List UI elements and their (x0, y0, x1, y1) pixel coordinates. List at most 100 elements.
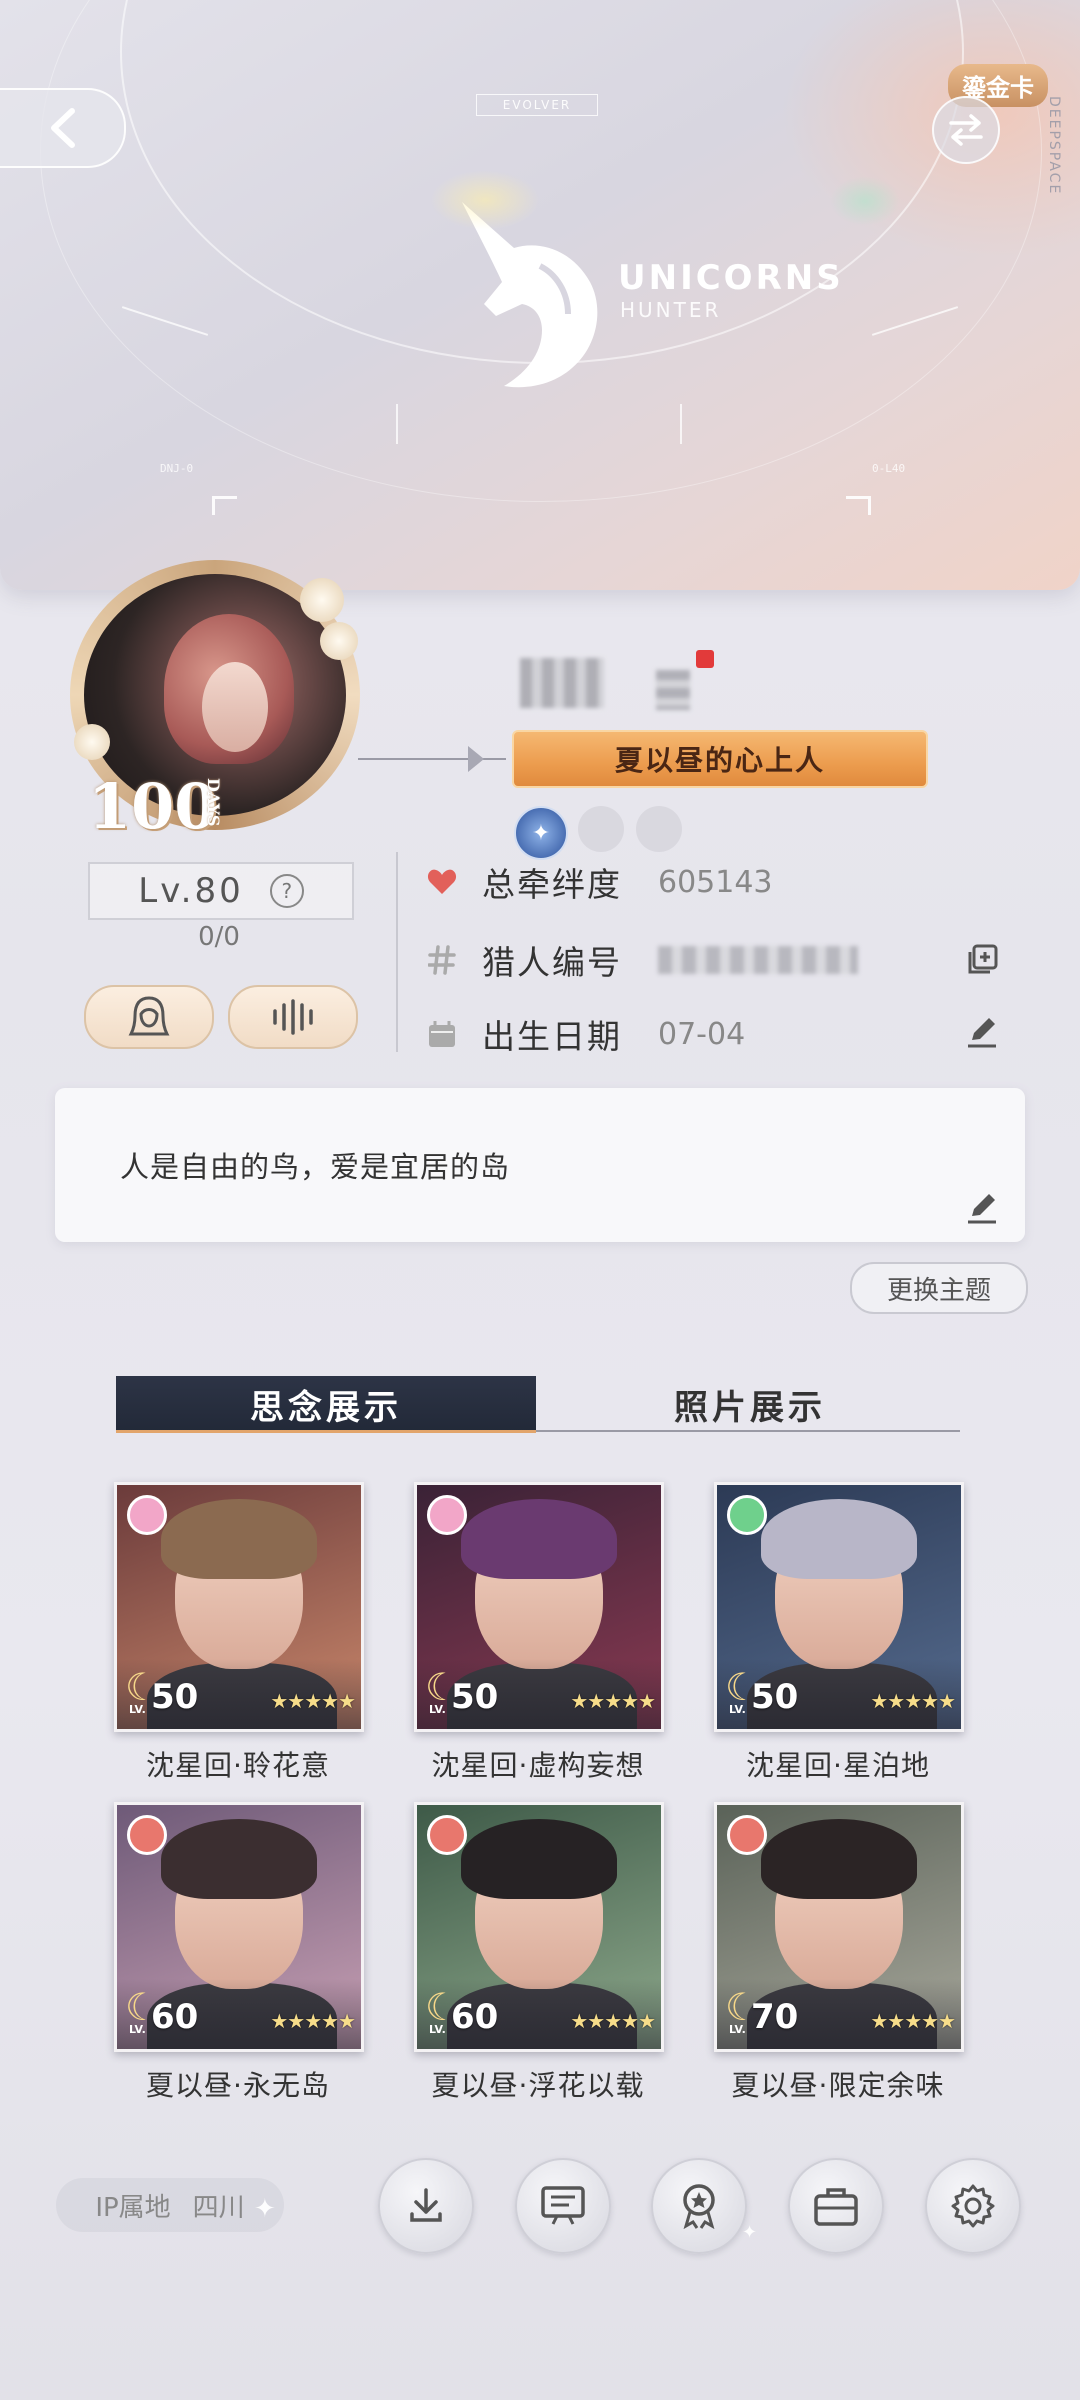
memory-card[interactable]: ☾ LV. 50 ★★★★★ (114, 1482, 364, 1732)
hunter-id-redacted (658, 946, 858, 974)
avatar-face (202, 662, 268, 752)
hero-glow (830, 176, 900, 226)
tab-memories[interactable]: 思念展示 (116, 1376, 536, 1432)
memory-card-label: 夏以昼·限定余味 (731, 2069, 945, 2102)
card-level-prefix: LV. (729, 1703, 746, 1716)
tab-underline (536, 1430, 960, 1432)
empty-medal-slot[interactable] (578, 806, 624, 852)
settings-button[interactable] (925, 2158, 1021, 2254)
notification-dot (696, 650, 714, 668)
level-progress: 0/0 (198, 922, 240, 952)
card-level-prefix: LV. (129, 2023, 146, 2036)
card-figure-hair (761, 1499, 917, 1579)
download-button[interactable] (378, 2158, 474, 2254)
ip-value: 四川 (192, 2192, 245, 2223)
card-rarity-stars: ★★★★★ (570, 2009, 656, 2033)
level-value: Lv.80 (138, 871, 244, 911)
evolver-tag: EVOLVER (476, 94, 598, 116)
voice-wave-icon (273, 999, 313, 1035)
days-label: DAYS (204, 778, 223, 827)
edit-birthday-button[interactable] (960, 1010, 1004, 1054)
card-level: 50 (451, 1677, 499, 1717)
hud-bracket (846, 496, 871, 515)
signature-text: 人是自由的鸟，爱是宜居的岛 (120, 1150, 511, 1184)
bond-row: 总牵绊度 605143 (424, 852, 773, 912)
memory-card-label: 沈星回·聆花意 (146, 1749, 330, 1782)
memory-card[interactable]: ☾ LV. 60 ★★★★★ (114, 1802, 364, 2052)
card-element-gem-icon (727, 1495, 767, 1535)
change-theme-button[interactable]: 更换主题 (850, 1262, 1028, 1314)
card-figure-hair (161, 1499, 317, 1579)
hash-icon (424, 945, 460, 975)
bond-label: 总牵绊度 (482, 865, 622, 904)
card-rarity-stars: ★★★★★ (570, 1689, 656, 1713)
help-icon[interactable]: ? (269, 874, 304, 908)
card-element-gem-icon (127, 1815, 167, 1855)
pencil-icon (968, 1018, 996, 1048)
back-button[interactable] (0, 88, 126, 168)
voice-button[interactable] (228, 985, 358, 1049)
card-figure-hair (761, 1819, 917, 1899)
card-element-gem-icon (127, 1495, 167, 1535)
tab-active-indicator (116, 1430, 536, 1433)
card-rarity-stars: ★★★★★ (870, 2009, 956, 2033)
portrait-button[interactable] (84, 985, 214, 1049)
chevron-left-icon (51, 108, 75, 148)
sparkle-decoration: ✦ (742, 2222, 758, 2243)
memory-card[interactable]: ☾ LV. 60 ★★★★★ (414, 1802, 664, 2052)
edit-signature-button[interactable] (960, 1186, 1004, 1230)
sparkle-decoration: ✦ (254, 2194, 276, 2224)
achievements-button[interactable] (651, 2158, 747, 2254)
ip-location-badge: IP属地 四川 (56, 2178, 284, 2232)
card-figure-hair (461, 1499, 617, 1579)
hunter-id-label: 猎人编号 (482, 943, 622, 982)
card-level: 50 (151, 1677, 199, 1717)
player-name-redacted (656, 670, 690, 710)
gear-icon (951, 2184, 995, 2228)
memory-card[interactable]: ☾ LV. 50 ★★★★★ (714, 1482, 964, 1732)
side-brand-text: DEEPSPACE (1046, 96, 1062, 196)
card-element-gem-icon (427, 1815, 467, 1855)
copy-id-button[interactable] (960, 938, 1004, 982)
memory-card[interactable]: ☾ LV. 50 ★★★★★ (414, 1482, 664, 1732)
card-level-prefix: LV. (429, 1703, 446, 1716)
hud-readout-right: 0-L40 (872, 462, 906, 475)
birthday-row: 出生日期 07-04 (424, 1004, 745, 1064)
hunter-id-row: 猎人编号 (424, 930, 858, 990)
card-level: 60 (451, 1997, 499, 2037)
memory-card-label: 夏以昼·浮花以载 (431, 2069, 645, 2102)
heart-icon (424, 868, 460, 896)
hero-hud-tick (680, 404, 682, 444)
card-element-gem-icon (727, 1815, 767, 1855)
card-level: 60 (151, 1997, 199, 2037)
hero-banner: EVOLVER UNICORNS HUNTER DNJ-0 0-L40 DEEP… (0, 0, 1080, 590)
card-rarity-stars: ★★★★★ (270, 2009, 356, 2033)
portrait-icon (128, 996, 170, 1036)
tab-photos[interactable]: 照片展示 (540, 1376, 960, 1432)
level-display: Lv.80 ? (88, 862, 354, 920)
award-icon (683, 2184, 715, 2230)
connector-arrow (468, 746, 484, 772)
memory-card-label: 沈星回·星泊地 (746, 1749, 930, 1782)
card-rarity-stars: ★★★★★ (270, 1689, 356, 1713)
memory-card-label: 沈星回·虚构妄想 (431, 1749, 645, 1782)
empty-medal-slot[interactable] (636, 806, 682, 852)
frame-flower (320, 622, 358, 660)
logo-subtitle: HUNTER (620, 298, 722, 322)
swap-card-button[interactable] (932, 96, 1000, 164)
memory-card[interactable]: ☾ LV. 70 ★★★★★ (714, 1802, 964, 2052)
briefcase-button[interactable] (788, 2158, 884, 2254)
swap-arrows-icon (949, 114, 983, 146)
card-level: 50 (751, 1677, 799, 1717)
memory-card-label: 夏以昼·永无岛 (146, 2069, 330, 2102)
logo-title: UNICORNS (618, 258, 844, 298)
card-figure-hair (161, 1819, 317, 1899)
board-button[interactable] (515, 2158, 611, 2254)
days-counter: 100 (88, 770, 218, 843)
info-divider (396, 852, 398, 1052)
card-figure-hair (461, 1819, 617, 1899)
title-banner[interactable]: 夏以昼的心上人 (512, 730, 928, 788)
download-icon (410, 2188, 442, 2222)
birthday-label: 出生日期 (482, 1017, 622, 1056)
hero-hud-tick (396, 404, 398, 444)
